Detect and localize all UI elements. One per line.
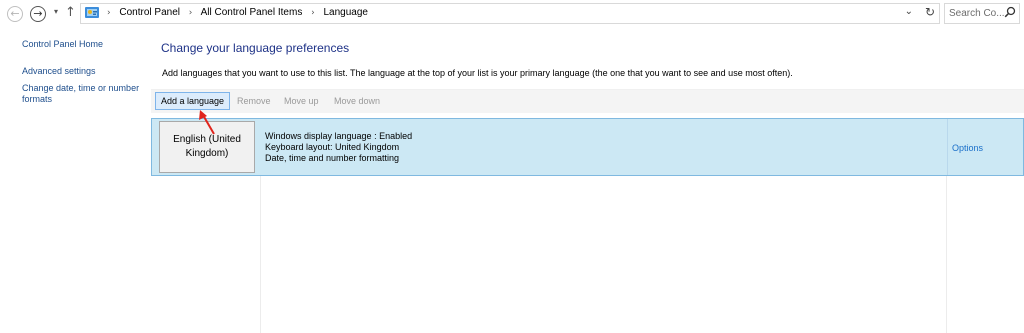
control-panel-home-link[interactable]: Control Panel Home: [22, 39, 147, 50]
address-bar: ← → ▾ ↑ › Control Panel › All Control Pa…: [0, 0, 1024, 28]
formatting-status: Date, time and number formatting: [265, 153, 400, 163]
language-options-link[interactable]: Options: [952, 143, 983, 153]
breadcrumb-separator: ›: [107, 8, 111, 18]
language-list-item[interactable]: English (United Kingdom) Windows display…: [151, 118, 1024, 176]
column-divider: [946, 176, 947, 333]
control-panel-icon: [85, 7, 99, 18]
search-input[interactable]: [945, 4, 1007, 23]
recent-locations-icon[interactable]: ▾: [54, 7, 58, 16]
breadcrumb-language[interactable]: Language: [324, 7, 369, 18]
keyboard-layout-status: Keyboard layout: United Kingdom: [265, 142, 400, 152]
add-language-button[interactable]: Add a language: [155, 92, 231, 110]
search-box: [944, 3, 1020, 24]
address-dropdown-icon[interactable]: ⌄: [905, 6, 913, 17]
page-description: Add languages that you want to use to th…: [162, 68, 793, 78]
language-toolbar: Add a language Remove Move up Move down: [151, 89, 1024, 113]
breadcrumb-all-items[interactable]: All Control Panel Items: [201, 7, 303, 18]
display-language-status: Windows display language : Enabled: [265, 131, 413, 141]
language-details: Windows display language : Enabled Keybo…: [265, 131, 412, 164]
back-button[interactable]: ←: [7, 6, 23, 22]
change-date-time-formats-link[interactable]: Change date, time or number formats: [22, 83, 147, 105]
annotation-arrow-icon: [199, 110, 215, 135]
remove-button[interactable]: Remove: [232, 92, 276, 110]
up-button[interactable]: ↑: [65, 5, 76, 20]
advanced-settings-link[interactable]: Advanced settings: [22, 66, 147, 77]
breadcrumb-control-panel[interactable]: Control Panel: [119, 7, 180, 18]
breadcrumb-separator: ›: [188, 8, 193, 18]
move-up-button[interactable]: Move up: [279, 92, 324, 110]
column-divider: [260, 176, 261, 333]
forward-button[interactable]: →: [30, 6, 46, 22]
column-divider: [947, 119, 948, 175]
address-box[interactable]: › Control Panel › All Control Panel Item…: [80, 3, 940, 24]
breadcrumb-separator: ›: [311, 8, 315, 18]
search-icon[interactable]: [1004, 6, 1016, 18]
refresh-icon[interactable]: ↻: [925, 5, 935, 19]
page-title: Change your language preferences: [161, 41, 350, 55]
breadcrumb: › Control Panel › All Control Panel Item…: [107, 7, 368, 18]
move-down-button[interactable]: Move down: [329, 92, 385, 110]
left-pane: Control Panel Home Advanced settings Cha…: [0, 28, 150, 333]
